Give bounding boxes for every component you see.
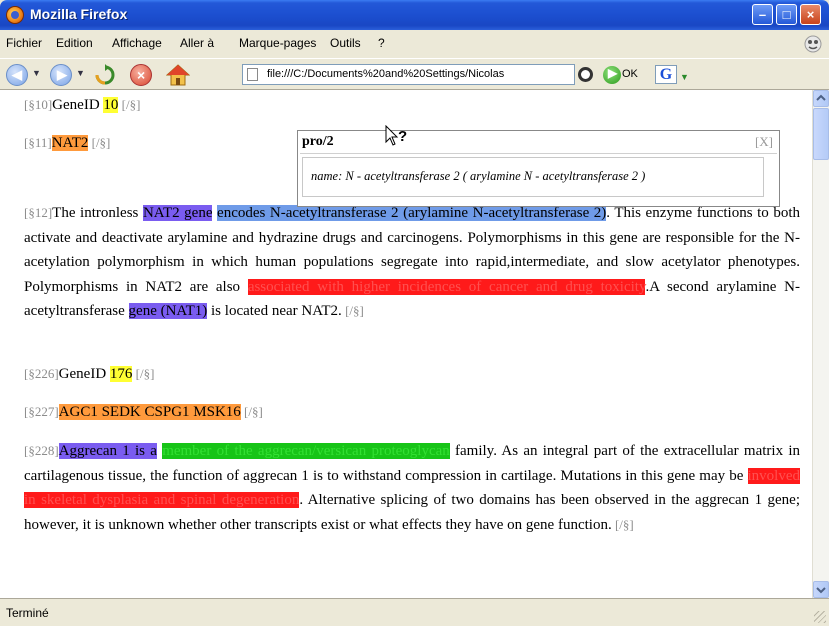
maximize-button[interactable]: □ bbox=[776, 4, 797, 25]
section-tag-close: [/§] bbox=[341, 303, 364, 318]
ok-button-label[interactable]: OK bbox=[622, 68, 638, 80]
menu-outils[interactable]: Outils bbox=[330, 36, 361, 50]
stop-button[interactable]: × bbox=[130, 64, 152, 86]
paragraph-text: is located near NAT2. bbox=[207, 303, 342, 319]
back-button[interactable]: ◀ bbox=[6, 64, 28, 86]
home-icon[interactable] bbox=[166, 63, 190, 87]
resize-grip-icon[interactable] bbox=[814, 611, 826, 623]
menu-aller[interactable]: Aller à bbox=[180, 36, 214, 50]
highlight-encodes[interactable]: encodes N-acetyltransferase 2 (arylamine… bbox=[217, 205, 607, 221]
menu-edition[interactable]: Edition bbox=[56, 36, 93, 50]
back-dropdown-icon[interactable]: ▼ bbox=[32, 68, 41, 78]
forward-button[interactable]: ▶ bbox=[50, 64, 72, 86]
page-icon bbox=[247, 68, 258, 81]
vertical-scrollbar[interactable] bbox=[812, 90, 829, 598]
back-icon: ◀ bbox=[12, 67, 22, 82]
popup-name-label: name: bbox=[311, 169, 343, 183]
popup-body: name: N - acetyltransferase 2 ( arylamin… bbox=[302, 157, 764, 197]
forward-icon: ▶ bbox=[57, 67, 67, 82]
forward-dropdown-icon[interactable]: ▼ bbox=[76, 68, 85, 78]
annotation-popup: pro/2 [X] name: N - acetyltransferase 2 … bbox=[297, 130, 780, 207]
paragraph-text: GeneID bbox=[52, 97, 104, 113]
url-text[interactable]: file:///C:/Documents%20and%20Settings/Ni… bbox=[267, 68, 567, 80]
section-tag-close: [/§] bbox=[88, 135, 111, 150]
scroll-down-button[interactable] bbox=[813, 581, 829, 598]
paragraph-nat2-description: [§12]The intronless NAT2 gene encodes N-… bbox=[24, 201, 800, 324]
paragraph-text: populations segregate into rapid,in bbox=[296, 254, 523, 270]
firefox-icon bbox=[6, 6, 24, 24]
paragraph-text: The intronless bbox=[52, 205, 143, 221]
paragraph-aggrecan: [§228]Aggrecan 1 is a member of the aggr… bbox=[24, 439, 800, 537]
section-tag-close: [/§] bbox=[611, 516, 634, 532]
section-tag: [§226] bbox=[24, 366, 59, 381]
status-bar: Terminé bbox=[0, 598, 829, 626]
popup-name-value: N - acetyltransferase 2 ( arylamine N - … bbox=[345, 169, 646, 183]
highlight-gene-id[interactable]: 176 bbox=[109, 366, 133, 382]
highlight-gene-symbols[interactable]: AGC1 SEDK CSPG1 MSK16 bbox=[58, 404, 241, 420]
navigation-toolbar: ◀ ▼ ▶ ▼ × file:///C:/Documents%20and%20S… bbox=[0, 58, 829, 90]
ok-icon[interactable]: ▶ bbox=[603, 66, 621, 84]
title-bar: Mozilla Firefox – □ × bbox=[0, 0, 829, 30]
section-tag-close: [/§] bbox=[118, 97, 141, 112]
status-text: Terminé bbox=[6, 606, 49, 620]
google-icon[interactable]: G bbox=[655, 65, 677, 84]
stop-icon: × bbox=[137, 67, 146, 83]
scroll-up-button[interactable] bbox=[813, 90, 829, 107]
highlight-member[interactable]: member of the aggrecan/versican proteogl… bbox=[162, 443, 450, 459]
highlight-gene-nat1[interactable]: gene (NAT1) bbox=[128, 303, 208, 319]
paragraph-agc1: [§227]AGC1 SEDK CSPG1 MSK16 [/§] bbox=[24, 400, 800, 425]
url-bar[interactable]: file:///C:/Documents%20and%20Settings/Ni… bbox=[242, 64, 575, 85]
section-tag-close: [/§] bbox=[240, 404, 263, 419]
section-tag: [§227] bbox=[24, 404, 59, 419]
section-tag: [§11] bbox=[24, 135, 52, 150]
minimize-button[interactable]: – bbox=[752, 4, 773, 25]
window-title: Mozilla Firefox bbox=[30, 6, 128, 22]
popup-close-button[interactable]: [X] bbox=[755, 134, 773, 150]
search-engine-dropdown-icon[interactable]: ▼ bbox=[680, 72, 689, 82]
highlight-gene[interactable]: NAT2 gene bbox=[142, 205, 213, 221]
paragraph-geneid-10: [§10]GeneID 10 [/§] bbox=[24, 93, 800, 118]
throbber-icon bbox=[804, 35, 822, 53]
highlight-aggrecan[interactable]: Aggrecan 1 is a bbox=[58, 443, 157, 459]
paragraph-geneid-176: [§226]GeneID 176 [/§] bbox=[24, 362, 800, 387]
reload-icon[interactable] bbox=[94, 64, 116, 86]
highlight-gene-id[interactable]: 10 bbox=[103, 97, 119, 113]
close-button[interactable]: × bbox=[800, 4, 821, 25]
chevron-up-icon bbox=[816, 94, 826, 101]
section-tag: [§12] bbox=[24, 205, 53, 220]
paragraph-text: in NAT2 are also bbox=[118, 278, 248, 295]
menu-fichier[interactable]: Fichier bbox=[6, 36, 42, 50]
menu-marque-pages[interactable]: Marque-pages bbox=[239, 36, 316, 50]
popup-divider bbox=[300, 153, 777, 154]
section-tag: [§10] bbox=[24, 97, 53, 112]
popup-title: pro/2 bbox=[302, 134, 334, 149]
section-tag-close: [/§] bbox=[132, 366, 155, 381]
menu-help[interactable]: ? bbox=[378, 36, 385, 50]
svg-text:?: ? bbox=[398, 128, 407, 145]
menu-affichage[interactable]: Affichage bbox=[112, 36, 162, 50]
paragraph-text: Polymorphisms in this gene are r bbox=[462, 229, 671, 246]
menu-bar: Fichier Edition Affichage Aller à Marque… bbox=[0, 30, 829, 58]
scroll-thumb[interactable] bbox=[813, 108, 829, 160]
help-cursor-icon: ? bbox=[385, 125, 407, 146]
go-icon[interactable] bbox=[578, 67, 593, 82]
highlight-association[interactable]: associated with higher incidences of can… bbox=[247, 278, 646, 295]
chevron-down-icon bbox=[816, 587, 826, 594]
paragraph-text: GeneID bbox=[58, 366, 110, 382]
paragraph-text: and deactivate arylamine and hydrazine d… bbox=[75, 229, 463, 246]
browser-window: Mozilla Firefox – □ × Fichier Edition Af… bbox=[0, 0, 829, 626]
highlight-gene-symbol[interactable]: NAT2 bbox=[51, 135, 89, 151]
section-tag: [§228] bbox=[24, 443, 59, 458]
